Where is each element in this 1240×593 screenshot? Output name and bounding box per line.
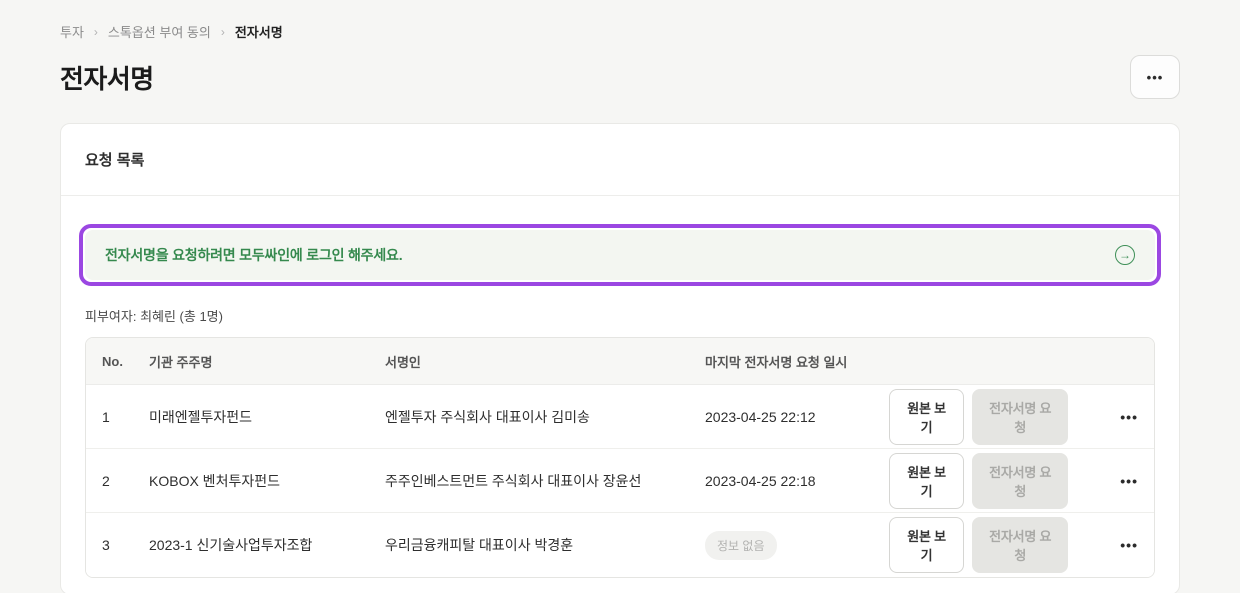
card-body: 전자서명을 요청하려면 모두싸인에 로그인 해주세요. → 피부여자: 최혜린 … <box>61 196 1179 593</box>
row-actions: 원본 보기 전자서명 요청 ••• <box>889 517 1154 573</box>
signer-name: 주주인베스트먼트 주식회사 대표이사 장윤선 <box>369 471 689 491</box>
card-title: 요청 목록 <box>85 152 144 169</box>
card-header: 요청 목록 <box>61 124 1179 196</box>
breadcrumb: 투자 › 스톡옵션 부여 동의 › 전자서명 <box>60 22 1180 41</box>
arrow-right-glyph: → <box>1119 249 1131 261</box>
page-title: 전자서명 <box>60 59 154 96</box>
row-number: 2 <box>86 473 133 489</box>
column-header-signer: 서명인 <box>369 352 689 371</box>
modusign-login-notice[interactable]: 전자서명을 요청하려면 모두싸인에 로그인 해주세요. → <box>85 230 1155 280</box>
shareholder-name: 미래엔젤투자펀드 <box>133 407 369 427</box>
page: 투자 › 스톡옵션 부여 동의 › 전자서명 전자서명 ••• 요청 목록 전자… <box>0 0 1240 593</box>
chevron-right-icon: › <box>221 25 225 39</box>
row-more-icon[interactable]: ••• <box>1120 537 1138 553</box>
last-request-status: 정보 없음 <box>689 531 889 560</box>
view-original-button[interactable]: 원본 보기 <box>889 453 964 509</box>
no-info-badge: 정보 없음 <box>705 531 777 560</box>
last-request-datetime: 2023-04-25 22:12 <box>689 409 889 425</box>
request-signature-button[interactable]: 전자서명 요청 <box>972 453 1068 509</box>
row-actions: 원본 보기 전자서명 요청 ••• <box>889 453 1154 509</box>
request-signature-button[interactable]: 전자서명 요청 <box>972 517 1068 573</box>
row-more-icon[interactable]: ••• <box>1120 473 1138 489</box>
breadcrumb-item-current: 전자서명 <box>235 22 283 41</box>
row-more-icon[interactable]: ••• <box>1120 409 1138 425</box>
row-actions: 원본 보기 전자서명 요청 ••• <box>889 389 1154 445</box>
table-row: 2 KOBOX 벤처투자펀드 주주인베스트먼트 주식회사 대표이사 장윤선 20… <box>86 449 1154 513</box>
table-row: 1 미래엔젤투자펀드 엔젤투자 주식회사 대표이사 김미송 2023-04-25… <box>86 385 1154 449</box>
chevron-right-icon: › <box>94 25 98 39</box>
column-header-shareholder: 기관 주주명 <box>133 352 369 371</box>
breadcrumb-item-invest[interactable]: 투자 <box>60 22 84 41</box>
shareholder-name: 2023-1 신기술사업투자조합 <box>133 535 369 555</box>
shareholder-name: KOBOX 벤처투자펀드 <box>133 471 369 491</box>
signature-request-table: No. 기관 주주명 서명인 마지막 전자서명 요청 일시 1 미래엔젤투자펀드… <box>85 337 1155 578</box>
arrow-right-circle-icon: → <box>1115 245 1135 265</box>
grantee-summary: 피부여자: 최혜린 (총 1명) <box>85 306 1155 325</box>
view-original-button[interactable]: 원본 보기 <box>889 517 964 573</box>
table-row: 3 2023-1 신기술사업투자조합 우리금융캐피탈 대표이사 박경훈 정보 없… <box>86 513 1154 577</box>
request-list-card: 요청 목록 전자서명을 요청하려면 모두싸인에 로그인 해주세요. → 피부여자… <box>60 123 1180 593</box>
request-signature-button[interactable]: 전자서명 요청 <box>972 389 1068 445</box>
highlight-annotation: 전자서명을 요청하려면 모두싸인에 로그인 해주세요. → <box>79 224 1161 286</box>
page-more-button[interactable]: ••• <box>1130 55 1180 99</box>
table-header-row: No. 기관 주주명 서명인 마지막 전자서명 요청 일시 <box>86 338 1154 385</box>
signer-name: 우리금융캐피탈 대표이사 박경훈 <box>369 535 689 555</box>
column-header-no: No. <box>86 354 133 369</box>
last-request-datetime: 2023-04-25 22:18 <box>689 473 889 489</box>
title-row: 전자서명 ••• <box>60 55 1180 99</box>
column-header-last-request: 마지막 전자서명 요청 일시 <box>689 352 889 371</box>
notice-message: 전자서명을 요청하려면 모두싸인에 로그인 해주세요. <box>105 245 402 265</box>
row-number: 3 <box>86 537 133 553</box>
breadcrumb-item-stock-option-consent[interactable]: 스톡옵션 부여 동의 <box>108 22 211 41</box>
signer-name: 엔젤투자 주식회사 대표이사 김미송 <box>369 407 689 427</box>
more-icon: ••• <box>1147 70 1164 85</box>
view-original-button[interactable]: 원본 보기 <box>889 389 964 445</box>
row-number: 1 <box>86 409 133 425</box>
